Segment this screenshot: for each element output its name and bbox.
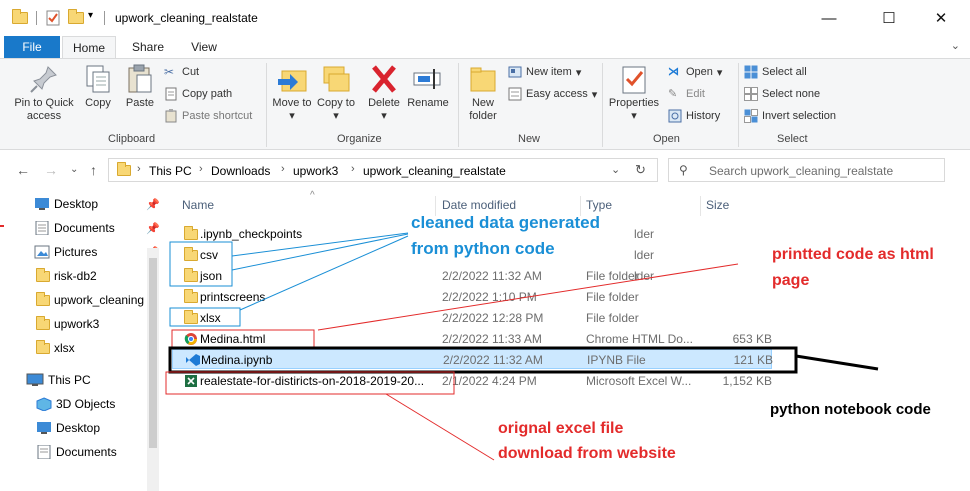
annotation-printed-html-line2: page <box>772 272 810 289</box>
annotation-original-excel: orignal excel file <box>498 420 624 437</box>
annotation-python-notebook: python notebook code <box>770 401 931 418</box>
annotation-cleaned-data-line2: from python code <box>411 239 555 258</box>
annotation-original-excel-line2: download from website <box>498 445 676 462</box>
annotation-cleaned-data: cleaned data generated <box>411 213 600 232</box>
annotation-printed-html: printted code as html <box>772 246 934 263</box>
